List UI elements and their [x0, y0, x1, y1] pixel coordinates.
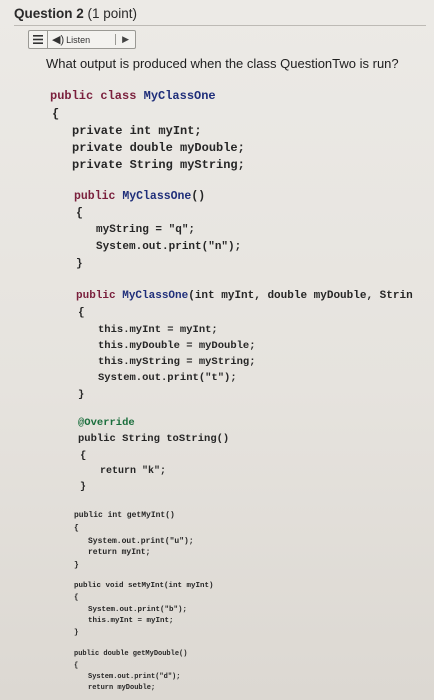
code-line: public MyClassOne() [74, 190, 206, 203]
code-line: { [78, 307, 85, 319]
code-line: System.out.print("u"); [88, 537, 194, 546]
code-line: { [74, 594, 79, 602]
code-line: return myInt; [88, 548, 151, 557]
code-line: { [74, 662, 79, 670]
code-line: return myDouble; [88, 684, 156, 692]
code-line: { [80, 450, 87, 462]
code-line: } [80, 482, 87, 493]
code-line: public String toString() [78, 433, 230, 445]
code-line: System.out.print("n"); [96, 241, 242, 253]
code-line: System.out.print("d"); [88, 673, 181, 681]
code-line: private int myInt; [72, 124, 202, 138]
code-line: } [76, 258, 83, 270]
code-line: System.out.print("b"); [88, 606, 188, 614]
code-line: { [74, 524, 79, 533]
code-line: @Override [78, 417, 135, 429]
code-line: { [52, 107, 60, 121]
code-line: { [76, 207, 83, 220]
code-line: return "k"; [100, 466, 167, 477]
code-line: System.out.print("t"); [98, 372, 237, 384]
code-line: myString = "q"; [96, 224, 196, 236]
code-line: private double myDouble; [72, 141, 245, 155]
code-line: public int getMyInt() [74, 511, 175, 520]
code-line: } [78, 389, 85, 401]
code-line: this.myString = myString; [98, 356, 256, 368]
code-line: public MyClassOne(int myInt, double myDo… [76, 290, 413, 302]
code-line: this.myInt = myInt; [98, 324, 218, 336]
code-line: public double getMyDouble() [74, 650, 188, 658]
code-line: } [74, 629, 79, 637]
code-line: private String myString; [72, 158, 245, 172]
code-line: public void setMyInt(int myInt) [74, 582, 214, 590]
code-block: public class MyClassOne { private int my… [0, 0, 434, 700]
code-line: this.myInt = myInt; [88, 617, 174, 625]
code-line: this.myDouble = myDouble; [98, 340, 256, 352]
code-line: } [74, 561, 79, 570]
code-line: public class MyClassOne [50, 89, 216, 103]
